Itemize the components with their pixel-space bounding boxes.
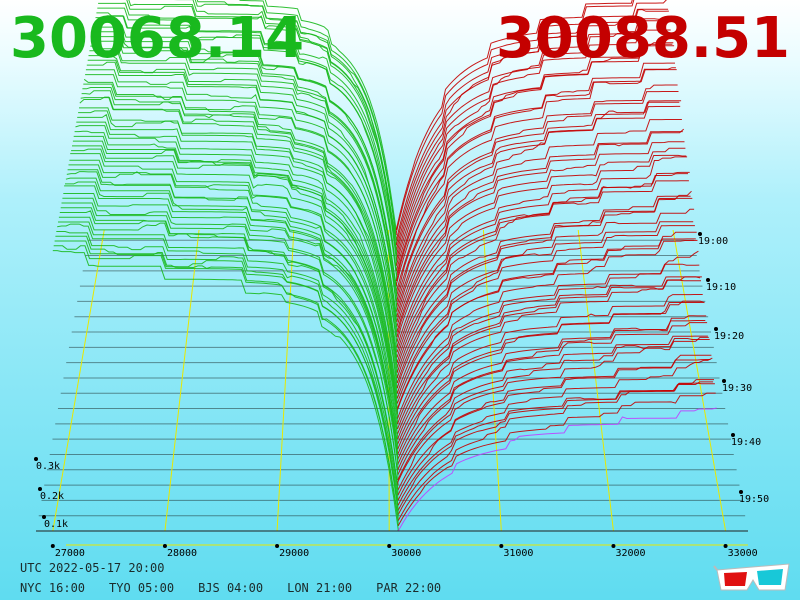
price-gridline-6 (672, 229, 727, 532)
x-tick-label-4: 31000 (503, 548, 533, 559)
ask-series-3 (397, 379, 714, 516)
price-gridline-4 (482, 229, 502, 532)
ask-series-5 (397, 357, 713, 506)
bid-series-3 (55, 235, 399, 516)
ask-series-11 (397, 322, 708, 476)
bid-series-20 (70, 153, 398, 430)
timezone-3: LON 21:00 (287, 581, 353, 595)
ask-series-47 (396, 67, 676, 292)
y-tick-label-1: 0.2k (40, 491, 64, 502)
time-tick-label-5: 19:50 (739, 494, 769, 505)
tick-labels: 27000 28000 29000 30000 31000 32000 33000 0.1k 0… (34, 232, 769, 559)
bid-series-37 (85, 74, 398, 343)
timezone-row: NYC 16:00 TYO 05:00 BJS 04:00 LON 21:00 PAR … (20, 581, 465, 595)
y-tick-label-2: 0.3k (36, 461, 60, 472)
x-tick-label-5: 32000 (615, 548, 645, 559)
timezone-4: PAR 22:00 (376, 581, 442, 595)
time-tick-label-4: 19:40 (731, 437, 761, 448)
ask-series-24 (396, 238, 696, 409)
ask-series-18 (397, 279, 701, 440)
front-axes (36, 530, 748, 546)
ask-series-6 (397, 354, 712, 501)
timezone-2: BJS 04:00 (198, 581, 264, 595)
ask-series-7 (397, 359, 711, 496)
x-tick-label-0: 27000 (55, 548, 85, 559)
timezone-0: NYC 16:00 (20, 581, 86, 595)
depth-chart: 27000 28000 29000 30000 31000 32000 33000 0.1k 0… (34, 0, 769, 559)
ask-series-51 (396, 43, 673, 271)
ask-series-1 (397, 392, 716, 527)
price-gridline-1 (164, 229, 200, 532)
bid-series-6 (58, 221, 399, 501)
bid-series-1 (53, 245, 399, 526)
x-tick-label-3: 30000 (391, 548, 421, 559)
time-tick-label-2: 19:20 (714, 331, 744, 342)
timezone-1: TYO 05:00 (109, 581, 175, 595)
bid-series-40 (87, 59, 398, 327)
ask-series-13 (397, 320, 706, 465)
ask-series-58 (395, 0, 635, 236)
bid-series-53 (126, 0, 397, 261)
time-tick-label-3: 19:30 (722, 383, 752, 394)
bid-series-2 (54, 240, 399, 521)
ask-series-54 (395, 18, 670, 256)
time-tick-label-0: 19:00 (698, 236, 728, 247)
x-tick-label-6: 33000 (728, 548, 758, 559)
utc-time: UTC 2022-05-17 20:00 (20, 561, 165, 575)
price-gridline-5 (577, 229, 614, 532)
price-gridline-0 (52, 229, 105, 532)
bid-series-10 (61, 202, 399, 480)
3d-glasses-icon[interactable] (713, 560, 793, 594)
ask-series-15 (397, 301, 704, 455)
y-tick-label-0: 0.1k (44, 519, 68, 530)
depth-series (52, 0, 717, 532)
time-tick-label-1: 19:10 (706, 282, 736, 293)
ask-series-59 (395, 0, 633, 231)
x-tick-label-2: 29000 (279, 548, 309, 559)
x-tick-label-1: 28000 (167, 548, 197, 559)
